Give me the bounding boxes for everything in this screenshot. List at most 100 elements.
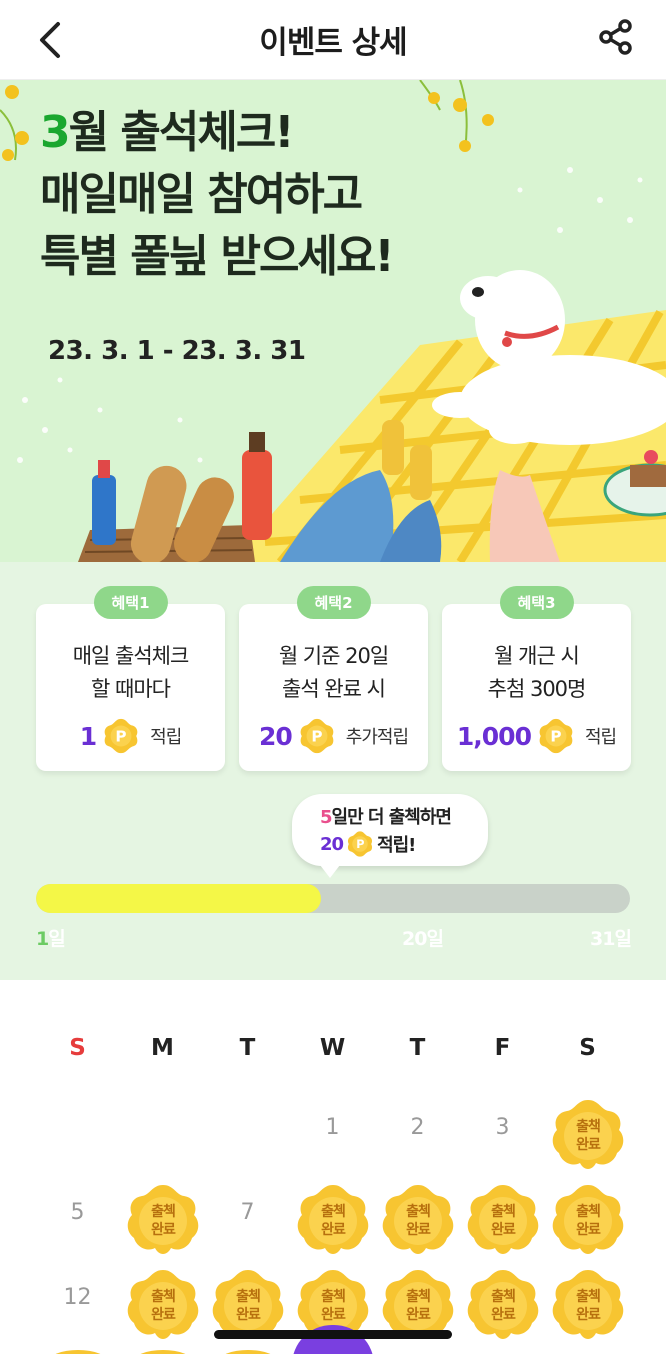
benefit-card-2: 혜택2 월 기준 20일 출석 완료 시 20 P 추가적립 xyxy=(239,586,428,771)
event-period: 23. 3. 1 - 23. 3. 31 xyxy=(48,336,306,366)
event-detail-page: 이벤트 상세 3월 출석체크! 매일매일 참여하고 특별 폴닆 받으세요! 23… xyxy=(0,0,666,1354)
stamp-label-line2: 완료 xyxy=(491,1222,516,1238)
benefit-desc-line: 출석 완료 시 xyxy=(282,677,386,701)
stamp-label-line1: 출첵 xyxy=(576,1204,601,1220)
benefit-desc-line: 할 때마다 xyxy=(91,677,171,701)
page-title: 이벤트 상세 xyxy=(259,25,407,61)
stamp-label-line2: 완료 xyxy=(151,1222,176,1238)
weekday-fri: F xyxy=(494,1035,511,1061)
calendar-day[interactable]: 3 xyxy=(460,1115,545,1140)
benefit-description: 월 기준 20일 출석 완료 시 xyxy=(239,640,428,706)
stamp-label-line1: 출첵 xyxy=(321,1204,346,1220)
progress-start-number: 1 xyxy=(36,928,49,950)
app-header: 이벤트 상세 xyxy=(0,0,666,80)
event-banner: 3월 출석체크! 매일매일 참여하고 특별 폴닆 받으세요! 23. 3. 1 … xyxy=(0,80,666,562)
attendance-stamp[interactable]: 출첵완료 xyxy=(124,1267,202,1345)
chevron-left-icon xyxy=(40,22,60,58)
benefits-section: 혜택1 매일 출석체크 할 때마다 1 P 적립 혜택2 월 기준 20일 출석… xyxy=(0,562,666,980)
benefit-card-3: 혜택3 월 개근 시 추첨 300명 1,000 P 적립 xyxy=(442,586,631,771)
reward-suffix: 추가적립 xyxy=(345,727,409,748)
attendance-stamp[interactable]: 출첵 완료 xyxy=(549,1267,627,1345)
stamp-label: 출첵 완료 xyxy=(294,1288,372,1324)
weekday-sun: S xyxy=(69,1035,86,1061)
calendar-day[interactable]: 2 xyxy=(375,1115,460,1140)
attendance-calendar: S M T W T F S 1 2 3 출책 완료 5 출첵 완료 7 출첵 완료 출… xyxy=(0,980,666,1354)
banner-headline: 3월 출석체크! 매일매일 참여하고 특별 폴닆 받으세요! xyxy=(40,102,395,288)
stamp-label: 출책완료 xyxy=(549,1118,627,1154)
progress-start-label: 1일 xyxy=(36,924,66,951)
benefit-reward: 1,000 P 적립 xyxy=(442,717,631,755)
days-remaining-number: 5 xyxy=(320,807,332,828)
progress-tooltip: 5일만 더 출첵하면 20 P 적립! xyxy=(292,794,488,878)
benefit-desc-line: 추첨 300명 xyxy=(487,677,587,701)
calendar-day[interactable]: 1 xyxy=(290,1115,375,1140)
attendance-progress-bar xyxy=(36,884,630,913)
stamp-label-line2: 완료 xyxy=(576,1307,601,1323)
calendar-day[interactable]: 12 xyxy=(35,1285,120,1310)
stamp-label-line2: 완료 xyxy=(576,1222,601,1238)
calendar-day[interactable]: 5 xyxy=(35,1200,120,1225)
weekday-wed: W xyxy=(319,1035,346,1061)
attendance-stamp[interactable]: 출첵완료 xyxy=(549,1182,627,1260)
tooltip-points-text: 적립! xyxy=(377,835,416,856)
stamp-label: 출첵완료 xyxy=(379,1288,457,1324)
share-icon xyxy=(599,19,632,55)
svg-text:P: P xyxy=(550,728,561,746)
reward-suffix: 적립 xyxy=(584,727,617,748)
headline-line-3: 특별 폴닆 받으세요! xyxy=(40,231,395,282)
benefit-description: 매일 출석체크 할 때마다 xyxy=(36,640,225,706)
weekday-thu: T xyxy=(409,1035,426,1061)
stamp-label-line2: 완료 xyxy=(576,1137,601,1153)
calendar-day[interactable]: 7 xyxy=(205,1200,290,1225)
weekday-tue: T xyxy=(239,1035,256,1061)
days-remaining-text: 일만 더 출첵하면 xyxy=(331,807,452,828)
stamp-label-line1: 출첵 xyxy=(151,1289,176,1305)
stamp-label: 출첵완료 xyxy=(124,1288,202,1324)
stamp-label-line2: 완료 xyxy=(406,1307,431,1323)
stamp-label-line1: 출첵 xyxy=(406,1204,431,1220)
attendance-progress-fill xyxy=(36,884,322,913)
weekday-mon: M xyxy=(151,1035,174,1061)
headline-month: 3 xyxy=(40,107,71,158)
benefit-badge: 혜택2 xyxy=(296,586,371,619)
attendance-stamp[interactable]: 출첵완료 xyxy=(294,1182,372,1260)
benefit-desc-line: 월 개근 시 xyxy=(494,644,580,668)
benefit-reward: 1 P 적립 xyxy=(36,717,225,755)
stamp-label: 출첵완료 xyxy=(464,1203,542,1239)
tooltip-days-remaining: 5일만 더 출첵하면 xyxy=(320,803,452,829)
stamp-label-line1: 출책 xyxy=(576,1119,601,1135)
stamp-label-line1: 출첵 xyxy=(491,1204,516,1220)
benefit-badge: 혜택3 xyxy=(499,586,574,619)
attendance-stamp[interactable]: 출첵 완료 xyxy=(379,1182,457,1260)
stamp-label-line1: 출첵 xyxy=(321,1289,346,1305)
stamp-label: 출첵완료 xyxy=(294,1203,372,1239)
stamp-label-line1: 출첵 xyxy=(406,1289,431,1305)
attendance-stamp[interactable]: 출첵완료 xyxy=(464,1182,542,1260)
back-button[interactable] xyxy=(30,18,74,62)
stamp-label: 출첵 완료 xyxy=(209,1288,287,1324)
attendance-stamp[interactable]: 출책완료 xyxy=(549,1097,627,1175)
benefit-description: 월 개근 시 추첨 300명 xyxy=(442,640,631,706)
stamp-label-line1: 출첵 xyxy=(151,1204,176,1220)
stamp-label: 출첵완료 xyxy=(124,1203,202,1239)
stamp-label-line2: 완료 xyxy=(151,1307,176,1323)
attendance-stamp[interactable]: 출첵 완료 xyxy=(464,1267,542,1345)
share-button[interactable] xyxy=(594,16,638,60)
progress-end-label: 31일 xyxy=(590,928,632,950)
point-coin-icon: P xyxy=(300,718,334,754)
flower-stamp-icon xyxy=(140,1350,186,1354)
attendance-stamp[interactable]: 출첵완료 xyxy=(124,1182,202,1260)
headline-line-1-text: 월 출석체크! xyxy=(68,107,295,158)
stamp-label: 출첵 완료 xyxy=(549,1288,627,1324)
stamp-label: 출첵 완료 xyxy=(464,1288,542,1324)
benefit-desc-line: 월 기준 20일 xyxy=(278,644,389,668)
weekday-sat: S xyxy=(579,1035,596,1061)
point-coin-icon: P xyxy=(348,831,373,857)
flower-stamp-icon xyxy=(55,1350,101,1354)
benefit-card-1: 혜택1 매일 출석체크 할 때마다 1 P 적립 xyxy=(36,586,225,771)
stamp-label-line2: 완료 xyxy=(321,1222,346,1238)
reward-amount: 1 xyxy=(79,721,97,751)
tooltip-points-number: 20 xyxy=(320,833,344,855)
benefit-reward: 20 P 추가적립 xyxy=(239,717,428,755)
benefit-desc-line: 매일 출석체크 xyxy=(72,644,190,668)
